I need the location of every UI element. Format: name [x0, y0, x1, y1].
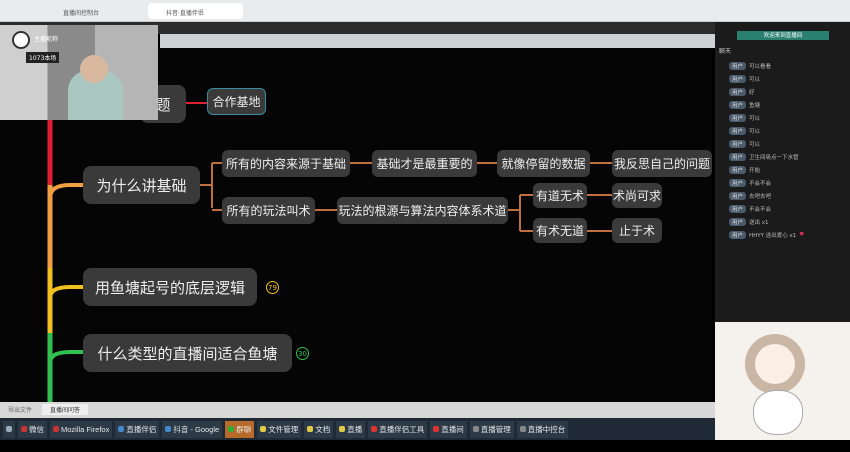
collapsed-count-badge[interactable]: 30 [296, 347, 309, 360]
mindmap-toolbar [160, 34, 715, 48]
branch-node[interactable]: 用鱼塘起号的底层逻辑 [83, 268, 257, 306]
node[interactable]: 我反思自己的问题 [612, 150, 712, 177]
character-face [755, 344, 795, 384]
browser-tab[interactable]: 直播间控制台 [45, 3, 135, 19]
chat-message: 用户 可以 [729, 127, 850, 135]
collapsed-count-badge[interactable]: 79 [266, 281, 279, 294]
start-button[interactable] [3, 420, 15, 438]
taskbar-item[interactable]: 直播间 [430, 420, 467, 438]
chat-message: 用户 HHYY 送出爱心 x1 ♥ [729, 231, 850, 239]
taskbar-item[interactable]: 直播管理 [469, 420, 514, 438]
webcam-overlay: 主播昵称 1073本场 [0, 25, 158, 120]
chat-message: 用户 卫生间吸点一下水管 [729, 153, 850, 161]
chat-message: 用户 可以 [729, 75, 850, 83]
chat-message: 用户好 [729, 88, 850, 96]
chat-message: 用户 送出 x1 [729, 218, 850, 226]
taskbar-item[interactable]: 文档 [304, 420, 334, 438]
chat-list[interactable]: 用户 可以看看 用户 可以 用户好 用户 鱼塘 用户 可以 用户 可以 用户 可以 用户 卫生… [715, 62, 850, 244]
bottom-tab-strip: 导出文件 直播间问答 [0, 402, 715, 418]
streamer-head [80, 55, 108, 83]
node[interactable]: 基础才是最重要的 [372, 150, 477, 177]
node[interactable]: 有道无术 [533, 183, 587, 208]
welcome-banner: 欢迎来到直播间 [737, 31, 829, 40]
taskbar-item[interactable]: 微信 [18, 420, 47, 438]
taskbar-item[interactable]: 直播中控台 [516, 420, 569, 438]
chat-message: 用户 不会不会 [729, 179, 850, 187]
taskbar-item[interactable]: 直播伴侣工具 [368, 420, 428, 438]
taskbar-item[interactable]: 抖音 - Google [162, 420, 223, 438]
taskbar-item[interactable]: 文件管理 [257, 420, 302, 438]
branch-node[interactable]: 为什么讲基础 [83, 166, 200, 204]
chat-message: 用户 去吧去吧 [729, 192, 850, 200]
chat-message: 用户 不会不会 [729, 205, 850, 213]
taskbar-item[interactable]: Mozilla Firefox [50, 420, 113, 438]
bottom-tab-active[interactable]: 直播间问答 [42, 404, 89, 415]
chat-panel: 欢迎来到直播间 聊天 用户 可以看看 用户 可以 用户好 用户 鱼塘 用户 可以 用户可… [715, 22, 850, 322]
anime-illustration [715, 322, 850, 440]
chat-message: 用户 鱼塘 [729, 101, 850, 109]
branch-node[interactable]: 什么类型的直播间适合鱼塘 [83, 334, 292, 372]
taskbar: 微信 Mozilla Firefox 直播伴侣 抖音 - Google 群聊 文… [0, 418, 715, 440]
cat-figure [753, 390, 803, 435]
node[interactable]: 所有的内容来源于基础 [222, 150, 350, 177]
streamer-name: 主播昵称 [34, 36, 59, 43]
node[interactable]: 有术无道 [533, 218, 587, 243]
bottom-tab[interactable]: 导出文件 [8, 405, 32, 414]
chat-message: 用户 可以 [729, 114, 850, 122]
taskbar-item[interactable]: 直播 [336, 420, 366, 438]
taskbar-item-active[interactable]: 群聊 [225, 420, 255, 438]
streamer-stats: 1073本场 [26, 52, 60, 63]
chat-message: 用户 可以 [729, 140, 850, 148]
browser-chrome: 直播间控制台 抖音·直播伴侣 [0, 0, 850, 22]
browser-tab-active[interactable]: 抖音·直播伴侣 [148, 3, 243, 19]
node[interactable]: 止于术 [612, 218, 662, 243]
avatar [12, 31, 30, 49]
chat-message: 用户 开始 [729, 166, 850, 174]
node[interactable]: 所有的玩法叫术 [222, 197, 315, 224]
node-selected[interactable]: 合作基地 [207, 88, 266, 115]
node[interactable]: 术尚可求 [612, 183, 662, 208]
node[interactable]: 就像停留的数据 [497, 150, 590, 177]
chat-header: 聊天 [719, 48, 732, 55]
node[interactable]: 玩法的根源与算法内容体系术道 [337, 197, 508, 224]
taskbar-item[interactable]: 直播伴侣 [115, 420, 160, 438]
chat-message: 用户 可以看看 [729, 62, 850, 70]
